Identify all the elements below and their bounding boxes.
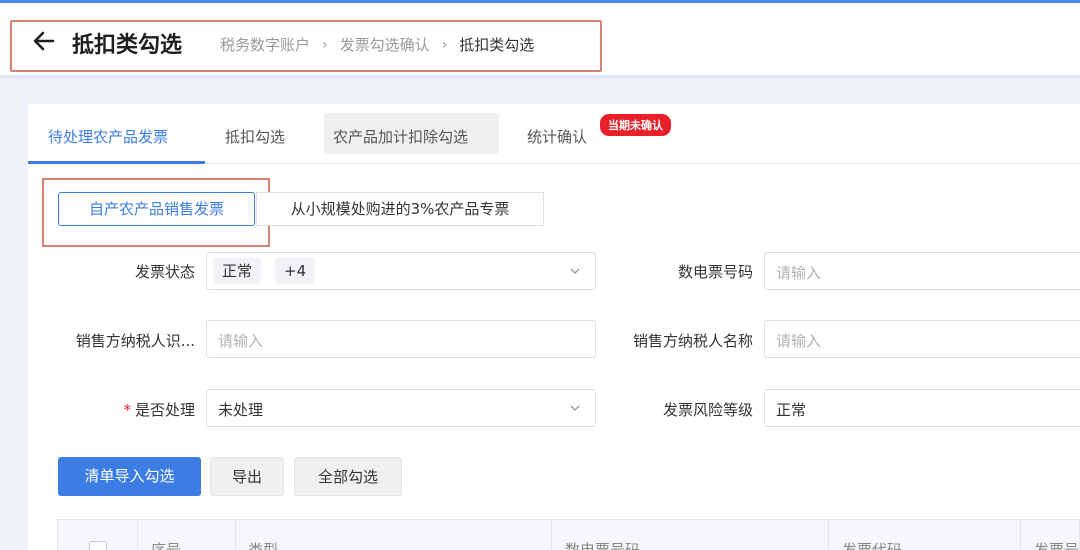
column-header-invoice-code: 发票代码 — [842, 541, 903, 550]
chevron-right-icon: › — [441, 36, 448, 53]
seller-tax-id-placeholder: 请输入 — [218, 332, 264, 350]
processed-label-text: 是否处理 — [134, 401, 195, 419]
column-header-type: 类型 — [248, 541, 279, 550]
column-divider — [1020, 520, 1021, 550]
select-all-checkbox[interactable] — [89, 541, 107, 550]
column-header-index: 序号 — [151, 541, 182, 550]
select-all-button[interactable]: 全部勾选 — [294, 457, 402, 496]
tab-deduction-select[interactable]: 抵扣勾选 — [225, 126, 285, 147]
seller-tax-id-input[interactable]: 请输入 — [206, 320, 596, 358]
chevron-down-icon — [570, 268, 580, 274]
breadcrumb: 税务数字账户 › 发票勾选确认 › 抵扣类勾选 — [220, 34, 534, 55]
processed-label: * 是否处理 — [123, 399, 195, 420]
tab-stat-confirm[interactable]: 统计确认 — [527, 126, 587, 147]
invoice-number-input[interactable]: 请输入 — [764, 252, 1080, 290]
tab-bar: 待处理农产品发票 抵扣勾选 农产品加计扣除勾选 统计确认 当期未确认 — [28, 104, 1080, 164]
required-mark: * — [123, 401, 131, 419]
invoice-status-label: 发票状态 — [134, 263, 195, 281]
seller-name-label: 销售方纳税人名称 — [632, 332, 753, 350]
chevron-down-icon — [570, 405, 580, 411]
active-tab-underline — [28, 161, 205, 164]
invoice-status-select[interactable]: 正常 +4 — [206, 252, 596, 290]
breadcrumb-item-invoice-confirm[interactable]: 发票勾选确认 — [340, 34, 430, 55]
subtab-self-produced-invoices[interactable]: 自产农产品销售发票 — [58, 192, 255, 226]
breadcrumb-item-current: 抵扣类勾选 — [459, 36, 535, 54]
page-header: 抵扣类勾选 税务数字账户 › 发票勾选确认 › 抵扣类勾选 — [0, 3, 1080, 78]
seller-name-input[interactable]: 请输入 — [764, 320, 1080, 358]
status-tag: 正常 — [213, 258, 262, 284]
invoice-number-placeholder: 请输入 — [776, 264, 822, 282]
seller-name-placeholder: 请输入 — [776, 332, 822, 350]
tab-pending-agri-invoices[interactable]: 待处理农产品发票 — [48, 126, 168, 147]
chevron-right-icon: › — [322, 36, 328, 53]
seller-tax-id-label: 销售方纳税人识... — [75, 332, 195, 350]
column-header-invoice-no: 发票号 — [1034, 541, 1080, 550]
status-badge: 当期未确认 — [600, 114, 671, 136]
page-title: 抵扣类勾选 — [72, 33, 183, 58]
back-arrow-icon[interactable] — [32, 29, 56, 53]
status-tag-more: +4 — [275, 258, 316, 284]
breadcrumb-item-tax-account[interactable]: 税务数字账户 — [220, 34, 310, 55]
table-header: 序号 类型 数电票号码 发票代码 发票号 — [57, 519, 1080, 550]
subtab-small-scale-3pct-invoices[interactable]: 从小规模处购进的3%农产品专票 — [256, 192, 544, 226]
processed-value: 未处理 — [218, 401, 264, 419]
invoice-number-label: 数电票号码 — [677, 263, 753, 281]
column-header-invoice-number: 数电票号码 — [565, 541, 641, 550]
import-select-button[interactable]: 清单导入勾选 — [58, 457, 201, 496]
risk-level-value: 正常 — [776, 401, 807, 419]
column-divider — [551, 520, 552, 550]
column-divider — [137, 520, 138, 550]
tab-agri-extra-deduction[interactable]: 农产品加计扣除勾选 — [333, 126, 468, 147]
column-divider — [828, 520, 829, 550]
risk-level-label: 发票风险等级 — [662, 401, 753, 419]
export-button[interactable]: 导出 — [210, 457, 284, 496]
risk-level-select[interactable]: 正常 — [764, 389, 1080, 427]
column-divider — [235, 520, 236, 550]
processed-select[interactable]: 未处理 — [206, 389, 596, 427]
